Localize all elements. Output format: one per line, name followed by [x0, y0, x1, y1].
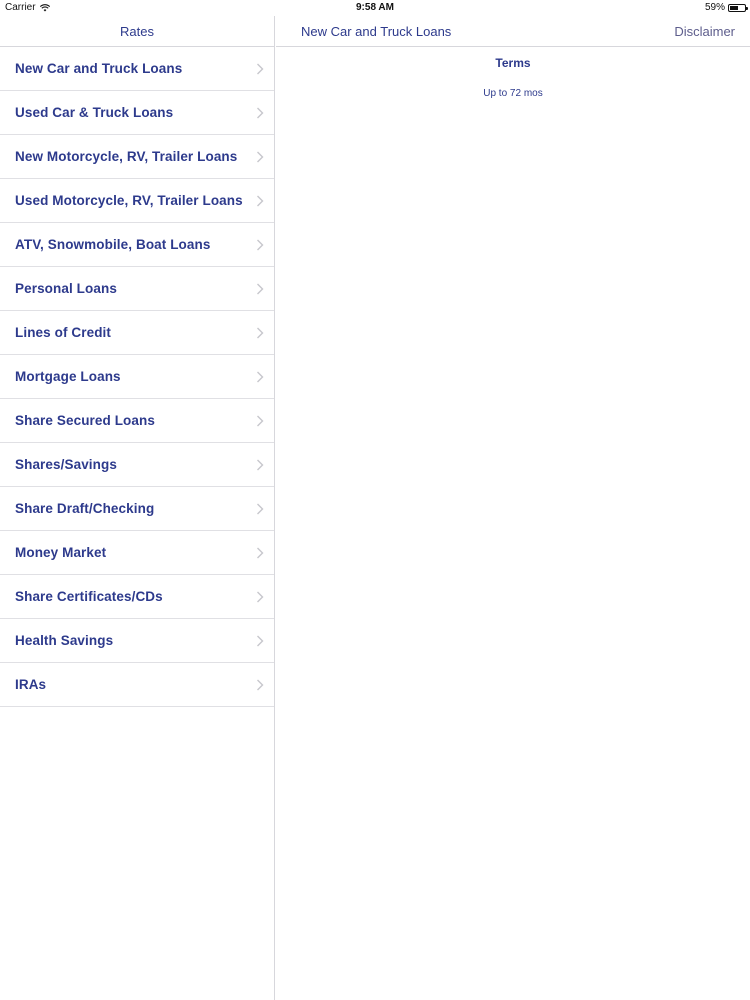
detail-title: New Car and Truck Loans: [301, 24, 452, 39]
master-pane: Rates New Car and Truck Loans Used Car & …: [0, 16, 275, 1000]
list-item-label: Used Motorcycle, RV, Trailer Loans: [15, 193, 243, 208]
list-item[interactable]: Share Draft/Checking: [0, 487, 274, 531]
battery-group: 59%: [704, 2, 748, 13]
master-title: Rates: [120, 23, 154, 39]
list-item-label: Shares/Savings: [15, 457, 117, 472]
chevron-right-icon: [257, 591, 264, 602]
list-item[interactable]: New Car and Truck Loans: [0, 47, 274, 91]
list-item-label: IRAs: [15, 677, 47, 692]
disclaimer-button[interactable]: Disclaimer: [674, 24, 735, 39]
list-item-label: Money Market: [15, 545, 107, 560]
list-item-label: Share Certificates/CDs: [15, 589, 163, 604]
terms-heading: Terms: [495, 56, 531, 70]
chevron-right-icon: [257, 415, 264, 426]
chevron-right-icon: [257, 63, 264, 74]
chevron-right-icon: [257, 371, 264, 382]
chevron-right-icon: [257, 459, 264, 470]
master-nav-bar: Rates: [0, 16, 274, 47]
list-item-label: Share Draft/Checking: [15, 501, 155, 516]
list-item-label: New Motorcycle, RV, Trailer Loans: [15, 149, 238, 164]
list-item-label: Health Savings: [15, 633, 114, 648]
list-item[interactable]: ATV, Snowmobile, Boat Loans: [0, 223, 274, 267]
list-item[interactable]: Health Savings: [0, 619, 274, 663]
chevron-right-icon: [257, 503, 264, 514]
list-item-label: Personal Loans: [15, 281, 117, 296]
list-item[interactable]: Lines of Credit: [0, 311, 274, 355]
battery-fill: [730, 5, 739, 10]
rate-list: New Car and Truck Loans Used Car & Truck …: [0, 47, 274, 707]
list-item-label: Mortgage Loans: [15, 369, 121, 384]
list-item-label: New Car and Truck Loans: [15, 61, 183, 76]
chevron-right-icon: [257, 327, 264, 338]
list-item[interactable]: Shares/Savings: [0, 443, 274, 487]
list-item-label: Used Car & Truck Loans: [15, 105, 174, 120]
list-item[interactable]: Personal Loans: [0, 267, 274, 311]
chevron-right-icon: [257, 239, 264, 250]
list-item[interactable]: Share Certificates/CDs: [0, 575, 274, 619]
app-window: Carrier 9:58 AM 59% Rates New Car and Tr…: [0, 0, 750, 1000]
status-time: 9:58 AM: [356, 2, 394, 13]
chevron-right-icon: [257, 635, 264, 646]
list-item[interactable]: New Motorcycle, RV, Trailer Loans: [0, 135, 274, 179]
chevron-right-icon: [257, 151, 264, 162]
list-item-label: ATV, Snowmobile, Boat Loans: [15, 237, 211, 252]
list-item[interactable]: IRAs: [0, 663, 274, 707]
list-item[interactable]: Used Motorcycle, RV, Trailer Loans: [0, 179, 274, 223]
list-item-label: Share Secured Loans: [15, 413, 155, 428]
battery-icon: [728, 3, 748, 12]
chevron-right-icon: [257, 547, 264, 558]
status-bar: Carrier 9:58 AM 59%: [0, 0, 750, 16]
terms-value: Up to 72 mos: [483, 88, 543, 99]
list-item[interactable]: Mortgage Loans: [0, 355, 274, 399]
list-item-label: Lines of Credit: [15, 325, 112, 340]
detail-pane: New Car and Truck Loans Disclaimer Terms…: [276, 16, 750, 1000]
chevron-right-icon: [257, 679, 264, 690]
detail-nav-bar: New Car and Truck Loans Disclaimer: [276, 16, 750, 47]
list-item[interactable]: Used Car & Truck Loans: [0, 91, 274, 135]
chevron-right-icon: [257, 195, 264, 206]
battery-percent: 59%: [704, 2, 725, 13]
list-item[interactable]: Share Secured Loans: [0, 399, 274, 443]
chevron-right-icon: [257, 107, 264, 118]
list-item[interactable]: Money Market: [0, 531, 274, 575]
chevron-right-icon: [257, 283, 264, 294]
